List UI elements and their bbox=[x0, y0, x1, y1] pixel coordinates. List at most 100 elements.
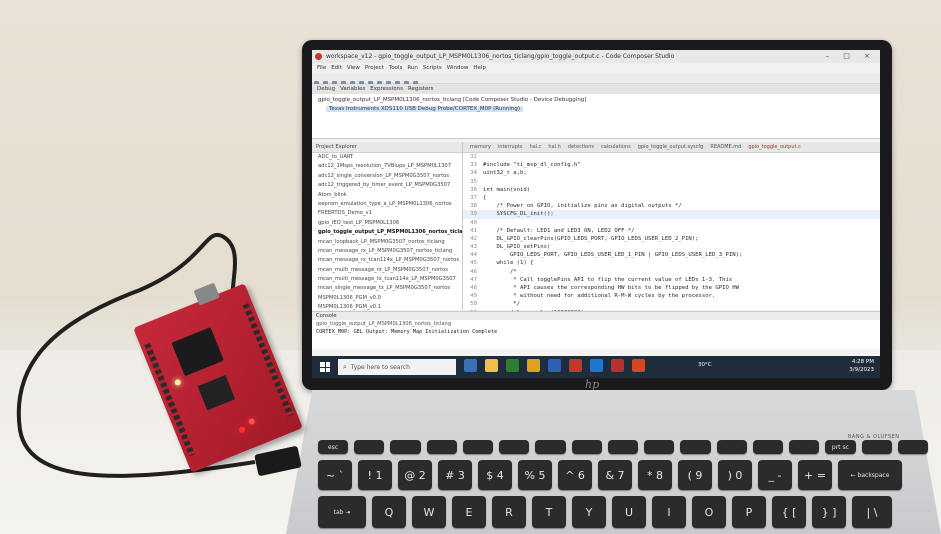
editor-tab[interactable]: hal.h bbox=[548, 144, 560, 150]
project-item[interactable]: mcan_multi_message_rx_LP_MSPM0G3507_nort… bbox=[312, 266, 462, 275]
keyboard-key[interactable] bbox=[462, 440, 494, 454]
keyboard-key[interactable] bbox=[354, 440, 385, 454]
ccs-taskbar-icon[interactable] bbox=[569, 359, 582, 372]
keyboard-key[interactable] bbox=[499, 440, 530, 454]
project-item[interactable]: mcan_loopback_LP_MSPM0G3507_nortos_ticla… bbox=[312, 238, 462, 247]
keyboard-key[interactable] bbox=[390, 440, 421, 454]
keyboard-key[interactable]: U bbox=[612, 496, 646, 528]
keyboard-key[interactable]: ^ 6 bbox=[558, 460, 592, 490]
keyboard-key[interactable] bbox=[426, 440, 457, 454]
windows-start-icon[interactable] bbox=[320, 362, 330, 372]
keyboard-key[interactable]: & 7 bbox=[598, 460, 632, 490]
keyboard-key[interactable] bbox=[607, 440, 639, 454]
menu-item[interactable]: Run bbox=[407, 65, 418, 71]
debug-tab[interactable]: Variables bbox=[340, 86, 365, 92]
chrome-icon[interactable] bbox=[527, 359, 540, 372]
keyboard-key[interactable] bbox=[897, 440, 928, 454]
system-clock[interactable]: 4:28 PM 3/9/2023 bbox=[849, 358, 874, 374]
menu-item[interactable]: Scripts bbox=[423, 65, 442, 71]
project-item[interactable]: mcan_multi_message_tx_tcan114x_LP_MSPM0G… bbox=[312, 275, 462, 284]
keyboard-key[interactable]: ! 1 bbox=[358, 460, 392, 490]
keyboard-key[interactable] bbox=[535, 440, 566, 454]
keyboard-key[interactable] bbox=[571, 440, 602, 454]
debug-probe-status[interactable]: Texas Instruments XDS110 USB Debug Probe… bbox=[326, 106, 523, 112]
keyboard-key[interactable]: E bbox=[452, 496, 486, 528]
editor-tab[interactable]: gpio_toggle_output.syscfg bbox=[638, 144, 704, 150]
menu-item[interactable]: Tools bbox=[389, 65, 403, 71]
keyboard-key[interactable]: _ - bbox=[758, 460, 792, 490]
project-item[interactable]: eeprom_emulation_type_a_LP_MSPM0L1306_no… bbox=[312, 200, 462, 209]
project-item[interactable]: adc12_single_conversion_LP_MSPM0G3507_no… bbox=[312, 172, 462, 181]
keyboard-key[interactable]: # 3 bbox=[438, 460, 472, 490]
keyboard-key[interactable]: esc bbox=[318, 440, 349, 454]
editor-tab[interactable]: gpio_toggle_output.c bbox=[748, 144, 800, 150]
debug-tab[interactable]: Registers bbox=[408, 86, 434, 92]
menu-item[interactable]: Window bbox=[447, 65, 469, 71]
keyboard-key[interactable]: | \ bbox=[852, 496, 892, 528]
project-item[interactable]: MSPM0L1306_PGM_v0.0 bbox=[312, 294, 462, 303]
keyboard-key[interactable]: } ] bbox=[812, 496, 846, 528]
vscode-icon[interactable] bbox=[590, 359, 603, 372]
menu-item[interactable]: Project bbox=[365, 65, 384, 71]
word-icon[interactable] bbox=[548, 359, 561, 372]
edge-icon[interactable] bbox=[506, 359, 519, 372]
keyboard-key[interactable]: { [ bbox=[772, 496, 806, 528]
keyboard-key[interactable] bbox=[789, 440, 820, 454]
keyboard-key[interactable] bbox=[752, 440, 784, 454]
keyboard-key[interactable]: ( 9 bbox=[678, 460, 712, 490]
keyboard-key[interactable]: ~ ` bbox=[318, 460, 352, 490]
project-item[interactable]: adc12_triggered_by_timer_event_LP_MSPM0G… bbox=[312, 181, 462, 190]
editor-tab[interactable]: detections bbox=[568, 144, 594, 150]
code-area[interactable]: 32 33 #include "ti_msp_dl_config.h" 34 uint3… bbox=[463, 153, 880, 332]
keyboard-key[interactable]: T bbox=[532, 496, 566, 528]
keyboard-key[interactable]: @ 2 bbox=[398, 460, 432, 490]
project-item[interactable]: gpio_IEO_test_LP_MSPM0L1306 bbox=[312, 219, 462, 228]
keyboard-key[interactable] bbox=[861, 440, 892, 454]
project-item[interactable]: mcan_message_rx_tcan114x_LP_MSPM0G3507_n… bbox=[312, 256, 462, 265]
project-item[interactable]: adc12_1Msps_resolution_7VBlups_LP_MSPM0L… bbox=[312, 162, 462, 171]
file-explorer-icon[interactable] bbox=[485, 359, 498, 372]
keyboard-key[interactable]: % 5 bbox=[518, 460, 552, 490]
keyboard-key[interactable]: tab ⇥ bbox=[318, 496, 366, 528]
menu-item[interactable]: Edit bbox=[331, 65, 342, 71]
app-icon[interactable] bbox=[632, 359, 645, 372]
project-item[interactable]: Atom_blink bbox=[312, 191, 462, 200]
weather-widget[interactable]: 30°C bbox=[698, 362, 712, 368]
project-item[interactable]: mcan_single_message_tx_LP_MSPM0G3507_nor… bbox=[312, 284, 462, 293]
editor-tab[interactable]: README.md bbox=[710, 144, 741, 150]
keyboard-key[interactable]: I bbox=[652, 496, 686, 528]
editor-tab[interactable]: hal.c bbox=[529, 144, 541, 150]
project-item[interactable]: mcan_message_rx_LP_MSPM0G3507_nortos_tic… bbox=[312, 247, 462, 256]
window-controls[interactable]: – □ × bbox=[826, 50, 876, 63]
keyboard-key[interactable]: $ 4 bbox=[478, 460, 512, 490]
keyboard-key[interactable] bbox=[644, 440, 675, 454]
debug-tab[interactable]: Debug bbox=[317, 86, 335, 92]
keyboard-key[interactable]: O bbox=[692, 496, 726, 528]
keyboard-key[interactable]: Q bbox=[372, 496, 406, 528]
project-item[interactable]: FREERTOS_Demo_v1 bbox=[312, 209, 462, 218]
project-item[interactable]: ADC_to_UART bbox=[312, 153, 462, 162]
keyboard-key[interactable] bbox=[680, 440, 711, 454]
keyboard-key[interactable]: prt sc bbox=[825, 440, 856, 454]
menu-item[interactable]: View bbox=[347, 65, 360, 71]
keyboard-key[interactable]: R bbox=[492, 496, 526, 528]
editor-tab[interactable]: memory bbox=[470, 144, 491, 150]
keyboard-key[interactable]: ) 0 bbox=[718, 460, 752, 490]
menu-item[interactable]: Help bbox=[473, 65, 486, 71]
powerpoint-icon[interactable] bbox=[611, 359, 624, 372]
debug-tab[interactable]: Expressions bbox=[370, 86, 403, 92]
menu-item[interactable]: File bbox=[317, 65, 326, 71]
editor-tab[interactable]: interrupts bbox=[498, 144, 523, 150]
keyboard-key[interactable]: + = bbox=[798, 460, 832, 490]
debug-session[interactable]: gpio_toggle_output_LP_MSPM0L1306_nortos_… bbox=[318, 97, 586, 103]
taskbar-search[interactable]: ⌕ Type here to search bbox=[338, 359, 456, 375]
keyboard-key[interactable]: Y bbox=[572, 496, 606, 528]
keyboard-key[interactable]: W bbox=[412, 496, 446, 528]
project-item[interactable]: gpio_toggle_output_LP_MSPM0L1306_nortos_… bbox=[312, 228, 462, 237]
keyboard-key[interactable]: * 8 bbox=[638, 460, 672, 490]
keyboard-key[interactable]: ← backspace bbox=[838, 460, 902, 490]
task-view-icon[interactable] bbox=[464, 359, 477, 372]
keyboard-key[interactable]: P bbox=[732, 496, 766, 528]
keyboard-key[interactable] bbox=[716, 440, 747, 454]
editor-tab[interactable]: calculations bbox=[601, 144, 631, 150]
